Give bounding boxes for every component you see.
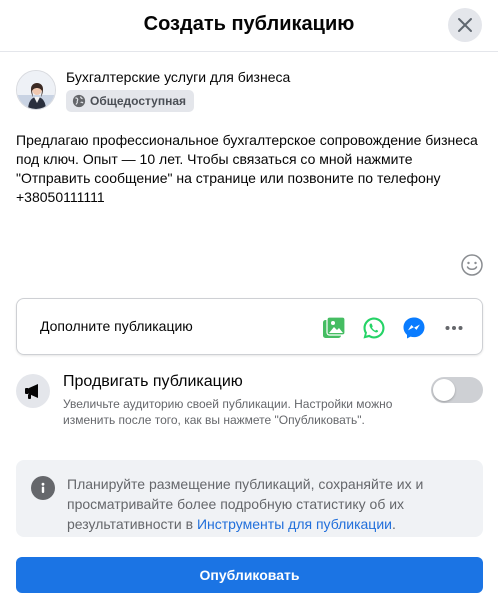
avatar[interactable]	[16, 70, 56, 110]
promote-toggle[interactable]	[431, 377, 483, 403]
add-to-post-box: Дополните публикацию	[16, 298, 483, 355]
close-icon	[458, 18, 472, 32]
dialog-header: Создать публикацию	[0, 0, 498, 52]
photo-video-icon	[323, 316, 346, 338]
info-icon	[41, 482, 45, 493]
privacy-label: Общедоступная	[90, 94, 187, 108]
close-button[interactable]	[448, 8, 482, 42]
privacy-selector[interactable]: Общедоступная	[66, 90, 195, 112]
toggle-knob	[433, 379, 455, 401]
info-icon-wrap	[31, 476, 55, 500]
avatar-image	[17, 71, 55, 109]
promote-section: Продвигать публикацию Увеличьте аудитори…	[16, 370, 483, 450]
publishing-tools-link[interactable]: Инструменты для публикации	[197, 516, 392, 532]
messenger-icon	[403, 317, 425, 339]
add-messenger-button[interactable]	[401, 315, 427, 341]
megaphone-icon	[25, 384, 38, 399]
promote-icon-wrap	[16, 374, 50, 408]
post-text-input[interactable]: Предлагаю профессиональное бухгалтерское…	[16, 131, 482, 246]
add-whatsapp-button[interactable]	[361, 315, 387, 341]
info-suffix: .	[391, 516, 396, 532]
whatsapp-icon	[363, 317, 385, 339]
emoji-button[interactable]	[460, 253, 484, 277]
add-to-post-label: Дополните публикацию	[40, 318, 193, 334]
globe-icon	[72, 94, 86, 108]
promote-description: Увеличьте аудиторию своей публикации. На…	[63, 397, 393, 427]
info-text: Планируйте размещение публикаций, сохран…	[67, 474, 467, 534]
info-banner: Планируйте размещение публикаций, сохран…	[16, 460, 483, 537]
promote-title: Продвигать публикацию	[63, 373, 243, 390]
more-options-button[interactable]	[441, 315, 467, 341]
more-icon	[445, 326, 463, 330]
author-name[interactable]: Бухгалтерские услуги для бизнеса	[66, 69, 290, 85]
publish-button[interactable]: Опубликовать	[16, 557, 483, 593]
dialog-title: Создать публикацию	[143, 13, 355, 35]
post-author: Бухгалтерские услуги для бизнеса Общедос…	[16, 68, 486, 114]
smiley-icon	[461, 254, 483, 276]
add-photo-button[interactable]	[321, 315, 347, 341]
